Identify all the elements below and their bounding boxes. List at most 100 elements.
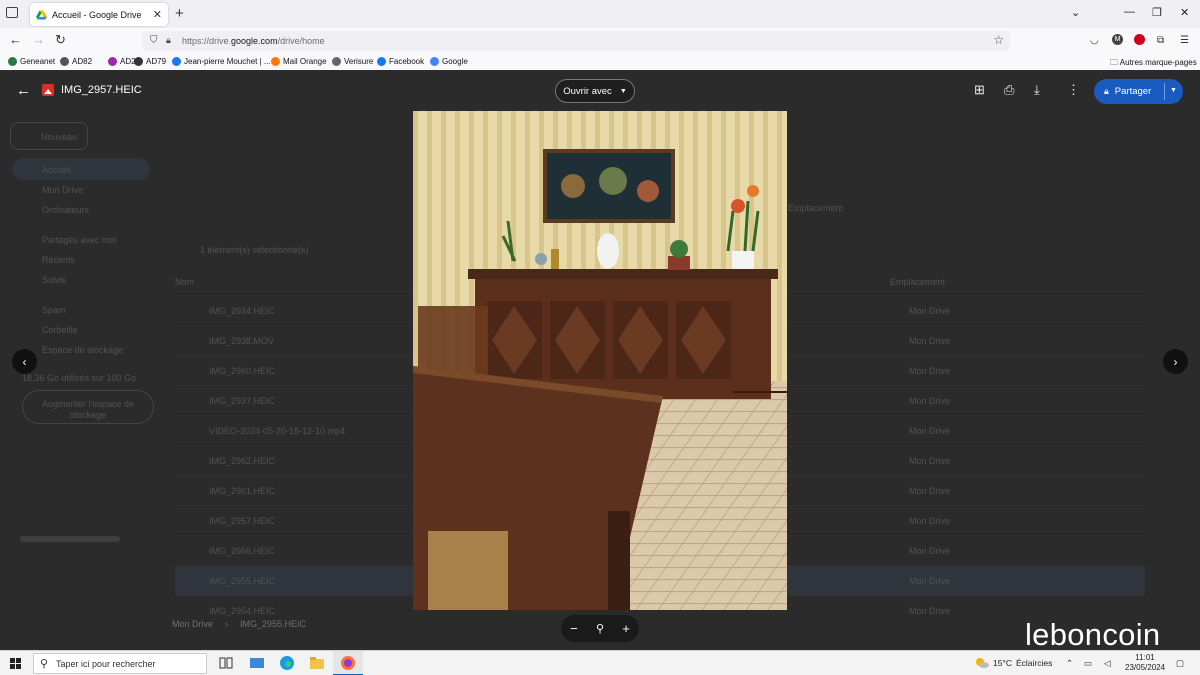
share-divider [1164, 83, 1165, 100]
share-button[interactable]: 🔒︎ Partager ▼ [1094, 79, 1183, 104]
close-window-button[interactable]: ✕ [1180, 6, 1189, 19]
bookmark-item[interactable]: Google [430, 57, 468, 66]
chevron-down-icon[interactable]: ⌄ [1071, 6, 1080, 19]
bookmark-star-icon[interactable]: ☆ [993, 33, 1004, 47]
zoom-in-icon[interactable]: + [622, 621, 630, 636]
clock-date: 23/05/2024 [1125, 663, 1166, 672]
windows-start-icon[interactable] [10, 658, 21, 669]
storage-text: 18,36 Go utilisés sur 100 Go [22, 373, 137, 383]
zoom-controls: − ⚲ + [561, 615, 639, 642]
volume-icon[interactable]: ◁ [1104, 658, 1111, 669]
file-location: Mon Drive [909, 486, 951, 496]
next-file-button[interactable]: › [1163, 349, 1188, 374]
upgrade-storage-button[interactable]: Augmenter l'espace de stockage [22, 390, 154, 424]
url-bar[interactable]: ⛉ 🔒︎ https://drive. google.com/drive/home… [142, 31, 1010, 51]
zoom-out-icon[interactable]: − [570, 621, 578, 636]
open-with-button[interactable]: Ouvrir avec ▼ [555, 79, 635, 103]
file-name: IMG_2955.HEIC [209, 576, 276, 586]
breadcrumb-root[interactable]: Mon Drive [172, 619, 213, 629]
bookmark-item[interactable]: Facebook [377, 57, 424, 66]
weather-temp: 15°C [993, 658, 1012, 668]
bookmark-label: Mail Orange [283, 57, 327, 66]
notification-icon[interactable]: ▢ [1176, 658, 1184, 669]
close-tab-icon[interactable]: ✕ [153, 8, 162, 21]
clock-time: 11:01 [1135, 653, 1155, 662]
profile-avatar[interactable]: M [1112, 34, 1123, 45]
nav-item[interactable]: Mon Drive [42, 185, 83, 195]
network-icon[interactable]: ▭ [1084, 658, 1092, 669]
nav-item[interactable]: Suivis [42, 275, 66, 285]
search-icon: ⚲ [40, 658, 49, 670]
nav-item[interactable]: Spam [42, 305, 66, 315]
download-icon[interactable]: ⤓ [1034, 82, 1040, 98]
menu-icon[interactable]: ☰ [1180, 35, 1189, 46]
bookmark-item[interactable]: AD82 [60, 57, 92, 66]
opera-extension-icon[interactable] [1134, 34, 1145, 45]
taskbar-clock[interactable]: 11:01 23/05/2024 [1125, 653, 1165, 673]
reload-button[interactable]: ↻ [55, 32, 66, 48]
file-location: Mon Drive [909, 576, 951, 586]
pocket-icon[interactable]: ◡ [1090, 35, 1099, 46]
file-title: IMG_2957.HEIC [61, 84, 142, 96]
search-placeholder: Taper ici pour rechercher [56, 658, 156, 669]
edge-browser-icon[interactable] [279, 655, 295, 671]
bookmark-item[interactable]: Jean-pierre Mouchet | ... [172, 57, 271, 66]
tab-list-icon[interactable] [6, 7, 18, 18]
shield-icon[interactable]: ⛉ [150, 35, 158, 46]
leboncoin-watermark: leboncoin [1025, 617, 1161, 652]
task-view-icon[interactable] [218, 655, 234, 671]
nav-item[interactable]: Ordinateurs [42, 205, 89, 215]
firefox-taskbar-active[interactable] [333, 651, 363, 675]
nav-item[interactable]: Partagés avec moi [42, 235, 117, 245]
selection-text: 1 élément(s) sélectionné(s) [200, 245, 309, 255]
bookmark-item[interactable]: Geneanet [8, 57, 55, 66]
bookmark-favicon-icon [60, 57, 69, 66]
back-button[interactable]: ← [9, 32, 22, 47]
minimize-button[interactable]: — [1124, 6, 1135, 18]
nav-item[interactable]: Récents [42, 255, 75, 265]
zoom-magnifier-icon[interactable]: ⚲ [596, 622, 604, 635]
bookmark-label: Facebook [389, 57, 425, 66]
previous-file-button[interactable]: ‹ [12, 349, 37, 374]
file-location: Mon Drive [909, 516, 951, 526]
lock-icon[interactable]: 🔒︎ [166, 35, 171, 46]
location-filter[interactable]: Emplacement [788, 203, 843, 213]
taskbar-search-input[interactable]: ⚲ Taper ici pour rechercher [33, 653, 207, 674]
nav-item[interactable]: Accueil [42, 165, 71, 175]
restore-button[interactable]: ❐ [1152, 6, 1162, 19]
nav-item[interactable]: Corbeille [42, 325, 78, 335]
close-viewer-arrow-icon[interactable]: ← [16, 82, 31, 99]
tray-chevron-icon[interactable]: ⌃ [1066, 658, 1073, 669]
bookmark-item[interactable]: AD79 [134, 57, 166, 66]
forward-button[interactable]: → [32, 32, 45, 47]
file-name: IMG_2962.HEIC [209, 456, 276, 466]
viewer-top-bar: ← IMG_2957.HEIC Ouvrir avec ▼ ⊞ ⎙ ⤓ ⋮ 🔒︎… [0, 70, 1200, 112]
breadcrumb-file[interactable]: IMG_2955.HEIC [240, 619, 306, 629]
tab-google-drive[interactable]: Accueil - Google Drive ✕ [30, 3, 168, 26]
extensions-icon[interactable]: ⧉ [1157, 35, 1164, 46]
widgets-icon[interactable] [249, 655, 265, 671]
file-location: Mon Drive [909, 366, 951, 376]
new-tab-button[interactable]: + [175, 5, 184, 22]
file-name: IMG_2961.HEIC [209, 486, 276, 496]
bookmark-item[interactable]: Mail Orange [271, 57, 327, 66]
other-bookmarks[interactable]: 🗀 Autres marque-pages [1110, 57, 1197, 71]
weather-icon[interactable] [974, 655, 990, 671]
file-name: IMG_2937.HEIC [209, 396, 276, 406]
print-icon[interactable]: ⎙ [1004, 82, 1014, 98]
add-comment-icon[interactable]: ⊞ [974, 82, 985, 98]
more-options-icon[interactable]: ⋮ [1067, 82, 1080, 98]
new-button[interactable]: Nouveau [10, 122, 88, 150]
bookmark-label: AD79 [146, 57, 167, 66]
file-explorer-icon[interactable] [309, 655, 325, 671]
share-dropdown-icon[interactable]: ▼ [1170, 87, 1177, 94]
bookmark-label: Jean-pierre Mouchet | ... [184, 57, 271, 66]
file-name: IMG_2957.HEIC [209, 516, 276, 526]
file-name: VIDEO-2024-05-20-18-12-10.mp4 [209, 426, 346, 436]
bookmark-item[interactable]: Verisure [332, 57, 373, 66]
nav-item[interactable]: Espace de stockage [42, 345, 123, 355]
open-with-label: Ouvrir avec [563, 85, 612, 97]
windows-taskbar: ⚲ Taper ici pour rechercher 15°C Éclairc… [0, 650, 1200, 675]
nav-active-highlight [12, 158, 150, 180]
file-location: Mon Drive [909, 306, 951, 316]
